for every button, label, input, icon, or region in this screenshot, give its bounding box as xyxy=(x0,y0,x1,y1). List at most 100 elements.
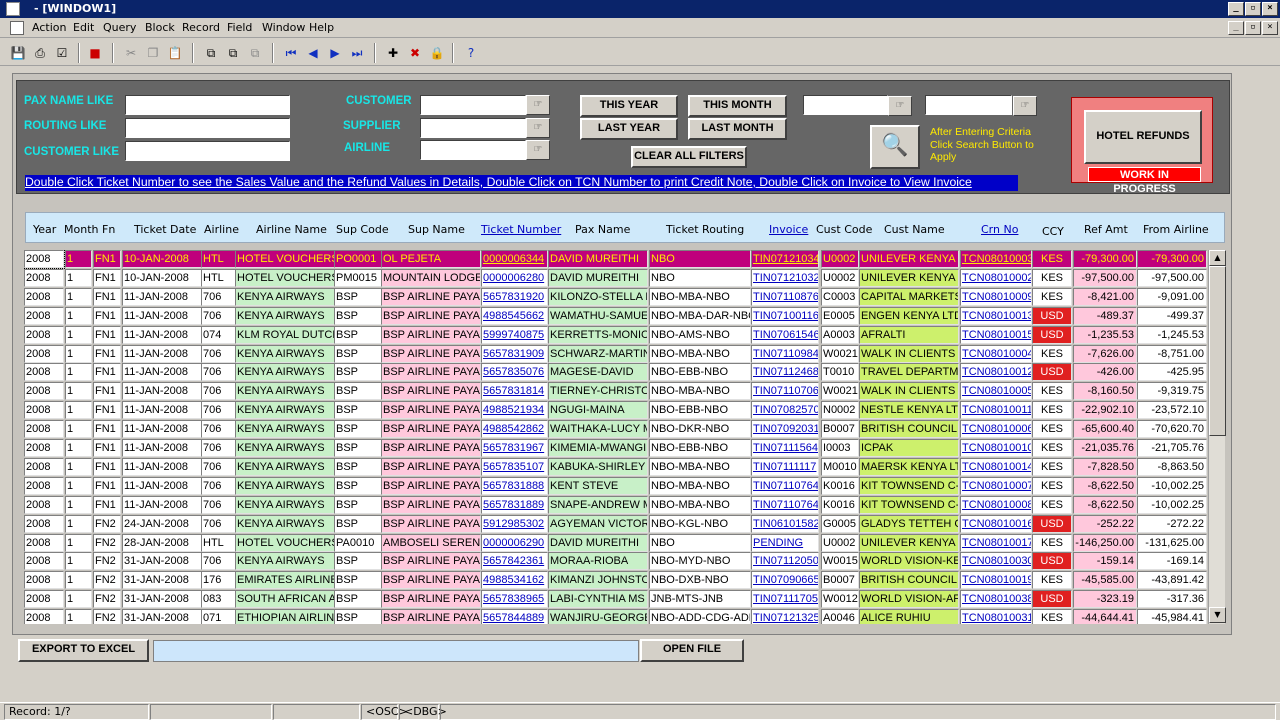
cell-year[interactable]: 2008 xyxy=(24,420,64,439)
cell-ticket-date[interactable]: 28-JAN-2008 xyxy=(122,533,202,552)
cell-cust-code[interactable]: I0003 xyxy=(821,439,859,457)
cell-from-airline[interactable]: -43,891.42 xyxy=(1137,571,1207,590)
cell-ref-amt[interactable]: -44,644.41 xyxy=(1073,609,1137,624)
cell-invoice[interactable]: TIN07110706 xyxy=(751,382,819,401)
cell-crn-no[interactable]: TCN08010019 xyxy=(960,571,1032,590)
cell-cust-code[interactable]: U0002 xyxy=(821,250,859,268)
cell-ticket-number[interactable]: 5912985302 xyxy=(481,514,548,533)
cell-ref-amt[interactable]: -159.14 xyxy=(1073,552,1137,571)
cell-ccy[interactable]: KES xyxy=(1032,476,1072,495)
cell-ticket-date[interactable]: 11-JAN-2008 xyxy=(122,495,202,514)
cell-sup-name[interactable]: BSP AIRLINE PAYABLE xyxy=(381,514,481,533)
table-row[interactable]: 2008 1 FN1 11-JAN-2008 706 KENYA AIRWAYS BSP BS… xyxy=(24,439,1208,458)
cell-cust-name[interactable]: BRITISH COUNCIL xyxy=(859,420,959,439)
cell-sup-code[interactable]: BSP xyxy=(334,287,382,306)
cell-ticket-number[interactable]: 0000006344 xyxy=(481,250,548,268)
cell-sup-code[interactable]: PO0001 xyxy=(334,250,382,268)
cell-pax-name[interactable]: KERRETTS-MONICA MRS xyxy=(548,325,648,344)
cell-year[interactable]: 2008 xyxy=(24,325,64,344)
cell-cust-name[interactable]: ICPAK xyxy=(859,439,959,457)
cell-cust-name[interactable]: WALK IN CLIENTS xyxy=(859,344,959,363)
menu-record[interactable]: Record xyxy=(182,21,220,34)
cell-ccy[interactable]: KES xyxy=(1032,533,1072,552)
cell-from-airline[interactable]: -10,002.25 xyxy=(1137,476,1207,495)
table-row[interactable]: 2008 1 FN1 11-JAN-2008 706 KENYA AIRWAYS BSP BS… xyxy=(24,476,1208,496)
cell-ref-amt[interactable]: -7,626.00 xyxy=(1073,344,1137,363)
cell-airline-name[interactable]: KLM ROYAL DUTCH AIRLINES xyxy=(235,325,335,344)
cell-airline-name[interactable]: KENYA AIRWAYS xyxy=(235,287,335,306)
table-row[interactable]: 2008 1 FN1 11-JAN-2008 706 KENYA AIRWAYS BSP BS… xyxy=(24,495,1208,515)
cell-fn[interactable]: FN2 xyxy=(93,609,121,624)
cell-invoice[interactable]: TIN07111564 xyxy=(751,439,819,457)
cell-ticket-routing[interactable]: NBO-ADD-CDG-ADD xyxy=(649,609,751,624)
cell-from-airline[interactable]: -272.22 xyxy=(1137,514,1207,533)
cell-ticket-number[interactable]: 5657831814 xyxy=(481,382,548,401)
cell-ticket-number[interactable]: 5657835107 xyxy=(481,457,548,476)
cell-ccy[interactable]: USD xyxy=(1032,590,1072,609)
cell-ticket-date[interactable]: 24-JAN-2008 xyxy=(122,514,202,533)
cell-ccy[interactable]: KES xyxy=(1032,457,1072,476)
cell-fn[interactable]: FN1 xyxy=(93,439,121,457)
cell-invoice[interactable]: TIN07110984 xyxy=(751,344,819,363)
cell-fn[interactable]: FN2 xyxy=(93,571,121,590)
delete-record-icon[interactable]: ✖ xyxy=(406,44,424,62)
cell-invoice[interactable]: TIN07121032 xyxy=(751,268,819,287)
last-month-button[interactable]: LAST MONTH xyxy=(688,118,787,140)
table-row[interactable]: 2008 1 FN2 31-JAN-2008 176 EMIRATES AIRLINE BS… xyxy=(24,571,1208,590)
cell-pax-name[interactable]: KENT STEVE xyxy=(548,476,648,495)
cell-cust-code[interactable]: B0007 xyxy=(821,420,859,439)
cell-sup-code[interactable]: PA0010 xyxy=(334,533,382,552)
cell-sup-code[interactable]: BSP xyxy=(334,495,382,514)
cell-month[interactable]: 1 xyxy=(65,552,92,571)
cell-sup-name[interactable]: BSP AIRLINE PAYABLE xyxy=(381,476,481,495)
cell-month[interactable]: 1 xyxy=(65,476,92,495)
print-icon[interactable]: ⎙ xyxy=(31,44,49,62)
cell-ticket-routing[interactable]: NBO xyxy=(649,250,751,268)
cell-crn-no[interactable]: TCN08010014 xyxy=(960,457,1032,476)
cell-from-airline[interactable]: -79,300.00 xyxy=(1137,250,1207,268)
cell-airline-name[interactable]: HOTEL VOUCHERS xyxy=(235,250,335,268)
cell-airline-name[interactable]: KENYA AIRWAYS xyxy=(235,382,335,401)
cell-ticket-number[interactable]: 0000006280 xyxy=(481,268,548,287)
cell-sup-code[interactable]: PM0015 xyxy=(334,268,382,287)
cell-crn-no[interactable]: TCN08010006 xyxy=(960,420,1032,439)
cell-year[interactable]: 2008 xyxy=(24,268,64,287)
cell-cust-code[interactable]: M0010 xyxy=(821,457,859,476)
date-from-lov-icon[interactable]: ☞ xyxy=(888,96,912,116)
table-row[interactable]: 20081FN111-JAN-2008074KLM ROYAL DUTCH AI… xyxy=(24,325,1208,345)
cell-airline-name[interactable]: KENYA AIRWAYS xyxy=(235,514,335,533)
cell-airline-name[interactable]: KENYA AIRWAYS xyxy=(235,420,335,439)
supplier-lov-icon[interactable]: ☞ xyxy=(526,118,550,138)
cell-ticket-routing[interactable]: NBO-MBA-NBO xyxy=(649,495,751,514)
cell-ticket-routing[interactable]: NBO-MBA-NBO xyxy=(649,476,751,495)
cell-cust-code[interactable]: U0002 xyxy=(821,533,859,552)
cancel-query-icon[interactable]: ⧉ xyxy=(246,44,264,62)
table-row[interactable]: 2008 1 FN2 24-JAN-2008 706 KENYA AIRWAYS BSP BS… xyxy=(24,514,1208,534)
cell-invoice[interactable]: TIN07110876 xyxy=(751,287,819,306)
cell-fn[interactable]: FN1 xyxy=(93,495,121,514)
menu-field[interactable]: Field xyxy=(227,21,252,34)
cell-fn[interactable]: FN1 xyxy=(93,382,121,401)
table-row[interactable]: 20081FN231-JAN-2008071ETHIOPIAN AIRLINES… xyxy=(24,609,1208,624)
cell-ticket-number[interactable]: 5657838965 xyxy=(481,590,548,609)
paste-icon[interactable]: 📋 xyxy=(166,44,184,62)
cell-year[interactable]: 2008 xyxy=(24,287,64,306)
cell-cust-code[interactable]: A0046 xyxy=(821,609,859,624)
cell-crn-no[interactable]: TCN08010015 xyxy=(960,325,1032,344)
cell-from-airline[interactable]: -10,002.25 xyxy=(1137,495,1207,514)
cell-cust-name[interactable]: KIT TOWNSEND C-CO xyxy=(859,495,959,514)
cell-cust-code[interactable]: W0012 xyxy=(821,590,859,609)
table-row[interactable]: 20081FN231-JAN-2008083SOUTH AFRICAN AIRW… xyxy=(24,590,1208,609)
menu-help[interactable]: Help xyxy=(309,21,334,34)
cell-from-airline[interactable]: -97,500.00 xyxy=(1137,268,1207,287)
cell-ticket-date[interactable]: 11-JAN-2008 xyxy=(122,439,202,457)
cell-crn-no[interactable]: TCN08010012 xyxy=(960,363,1032,382)
cell-cust-name[interactable]: NESTLE KENYA LTD xyxy=(859,401,959,420)
cell-cust-name[interactable]: CAPITAL MARKETS AUTH xyxy=(859,287,959,306)
cell-year[interactable]: 2008 xyxy=(24,457,64,476)
cell-fn[interactable]: FN1 xyxy=(93,325,121,344)
cell-ccy[interactable]: KES xyxy=(1032,439,1072,457)
cell-fn[interactable]: FN2 xyxy=(93,514,121,533)
cell-ticket-routing[interactable]: NBO-EBB-NBO xyxy=(649,439,751,457)
cell-fn[interactable]: FN1 xyxy=(93,363,121,382)
